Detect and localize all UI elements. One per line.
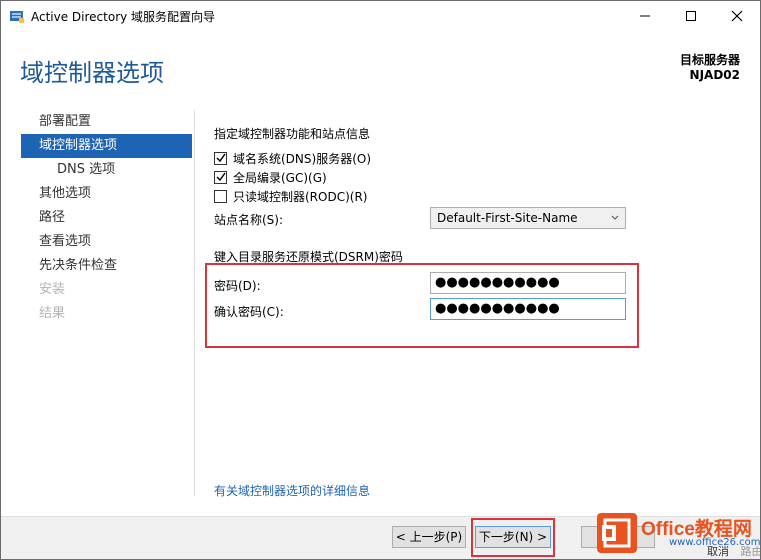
checkbox-box[interactable] bbox=[214, 171, 227, 184]
nav-item-additional-options[interactable]: 其他选项 bbox=[21, 182, 192, 206]
nav-item-dc-options[interactable]: 域控制器选项 bbox=[21, 134, 192, 158]
maximize-icon bbox=[686, 11, 696, 21]
more-info-link[interactable]: 有关域控制器选项的详细信息 bbox=[214, 482, 370, 499]
site-name-select[interactable]: Default-First-Site-Name bbox=[430, 207, 626, 229]
close-button[interactable] bbox=[714, 1, 760, 31]
window-title: Active Directory 域服务配置向导 bbox=[31, 10, 216, 24]
wizard-window: Active Directory 域服务配置向导 域控制器选项 目标服务器 NJ… bbox=[0, 0, 761, 560]
checkmark-icon bbox=[216, 172, 226, 182]
page-title: 域控制器选项 bbox=[20, 59, 164, 87]
password-highlight-box bbox=[205, 263, 639, 348]
target-server-name: NJAD02 bbox=[689, 68, 740, 82]
checkbox-dns-server[interactable]: 域名系统(DNS)服务器(O) bbox=[214, 150, 371, 167]
checkbox-box[interactable] bbox=[214, 190, 227, 203]
section-dc-capabilities-label: 指定域控制器功能和站点信息 bbox=[214, 127, 371, 141]
maximize-button[interactable] bbox=[668, 1, 714, 31]
nav-item-deployment-config[interactable]: 部署配置 bbox=[21, 110, 192, 134]
checkbox-box[interactable] bbox=[214, 152, 227, 165]
checkmark-icon bbox=[216, 153, 226, 163]
nav-item-paths[interactable]: 路径 bbox=[21, 206, 192, 230]
checkbox-rodc[interactable]: 只读域控制器(RODC)(R) bbox=[214, 188, 367, 205]
minimize-button[interactable] bbox=[622, 1, 668, 31]
server-manager-icon bbox=[9, 8, 25, 24]
checkbox-dns-label: 域名系统(DNS)服务器(O) bbox=[233, 152, 372, 166]
site-name-value: Default-First-Site-Name bbox=[437, 211, 578, 225]
nav-item-dns-options[interactable]: DNS 选项 bbox=[21, 158, 192, 182]
nav-item-installation: 安装 bbox=[39, 282, 66, 297]
next-button-highlight bbox=[471, 518, 555, 557]
close-icon bbox=[731, 10, 743, 22]
watermark: Office教程网 www.office26.com 取消 路由网 bbox=[597, 511, 761, 559]
target-server: 目标服务器 NJAD02 bbox=[680, 53, 740, 83]
chevron-down-icon bbox=[611, 208, 619, 234]
nav-item-prerequisites-check[interactable]: 先决条件检查 bbox=[21, 254, 192, 278]
nav-item-review-options[interactable]: 查看选项 bbox=[21, 230, 192, 254]
previous-button[interactable]: < 上一步(P) bbox=[392, 526, 466, 548]
nav-divider bbox=[194, 110, 195, 496]
nav-item-results: 结果 bbox=[39, 306, 66, 321]
wizard-nav: 部署配置 域控制器选项 DNS 选项 其他选项 路径 查看选项 先决条件检查 安… bbox=[21, 110, 192, 326]
office-logo-icon bbox=[597, 513, 637, 553]
cancel-button-label: 取消 bbox=[707, 545, 729, 558]
checkbox-rodc-label: 只读域控制器(RODC)(R) bbox=[233, 190, 368, 204]
target-server-label: 目标服务器 bbox=[679, 53, 740, 67]
watermark-site-text: 路由网 bbox=[740, 545, 761, 558]
watermark-site: 取消 路由网 bbox=[707, 543, 761, 559]
site-name-label: 站点名称(S): bbox=[214, 213, 284, 227]
checkbox-global-catalog[interactable]: 全局编录(GC)(G) bbox=[214, 169, 327, 186]
minimize-icon bbox=[640, 15, 650, 17]
checkbox-gc-label: 全局编录(GC)(G) bbox=[233, 171, 327, 185]
title-bar: Active Directory 域服务配置向导 bbox=[1, 1, 760, 31]
